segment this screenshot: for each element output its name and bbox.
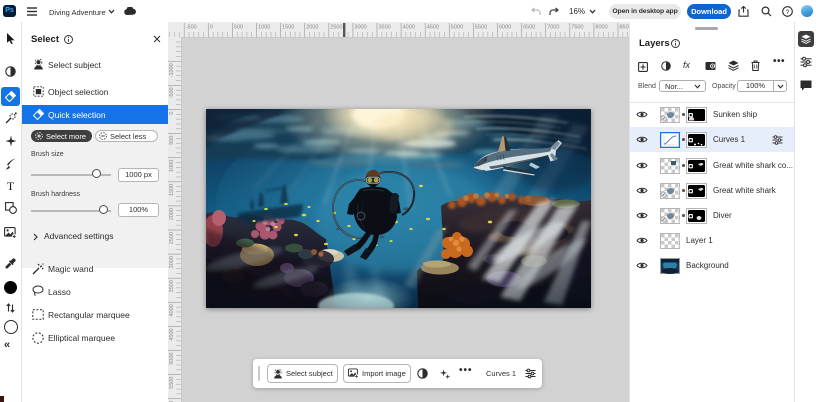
svg-text:5500: 5500	[475, 25, 487, 31]
svg-text:4000: 4000	[403, 25, 415, 31]
svg-text:6000: 6000	[499, 25, 511, 31]
svg-text:1000: 1000	[258, 25, 270, 31]
svg-text:2500: 2500	[169, 232, 175, 244]
svg-text:5000: 5000	[451, 25, 463, 31]
svg-text:500: 500	[169, 136, 175, 145]
svg-text:7000: 7000	[547, 25, 559, 31]
svg-text:-500: -500	[169, 87, 175, 98]
svg-text:1500: 1500	[169, 184, 175, 196]
svg-text:?: ?	[786, 9, 790, 16]
svg-text:5000: 5000	[169, 353, 175, 365]
svg-text:3500: 3500	[379, 25, 391, 31]
svg-text:5500: 5500	[169, 377, 175, 389]
svg-text:4000: 4000	[169, 304, 175, 316]
svg-text:-500: -500	[186, 25, 197, 31]
svg-text:2500: 2500	[330, 25, 342, 31]
svg-text:7500: 7500	[571, 25, 583, 31]
svg-text:2000: 2000	[306, 25, 318, 31]
svg-text:0: 0	[169, 112, 175, 115]
svg-text:6500: 6500	[523, 25, 535, 31]
svg-text:3000: 3000	[169, 256, 175, 268]
svg-text:8000: 8000	[595, 25, 607, 31]
svg-text:2000: 2000	[169, 208, 175, 220]
svg-text:4500: 4500	[169, 328, 175, 340]
svg-text:0: 0	[210, 25, 213, 31]
svg-text:1000: 1000	[169, 160, 175, 172]
svg-text:3000: 3000	[354, 25, 366, 31]
svg-text:3500: 3500	[169, 280, 175, 292]
svg-text:500: 500	[234, 25, 243, 31]
svg-text:-1000: -1000	[169, 63, 175, 77]
svg-text:8500: 8500	[620, 25, 630, 31]
svg-text:4500: 4500	[427, 25, 439, 31]
svg-text:1500: 1500	[282, 25, 294, 31]
